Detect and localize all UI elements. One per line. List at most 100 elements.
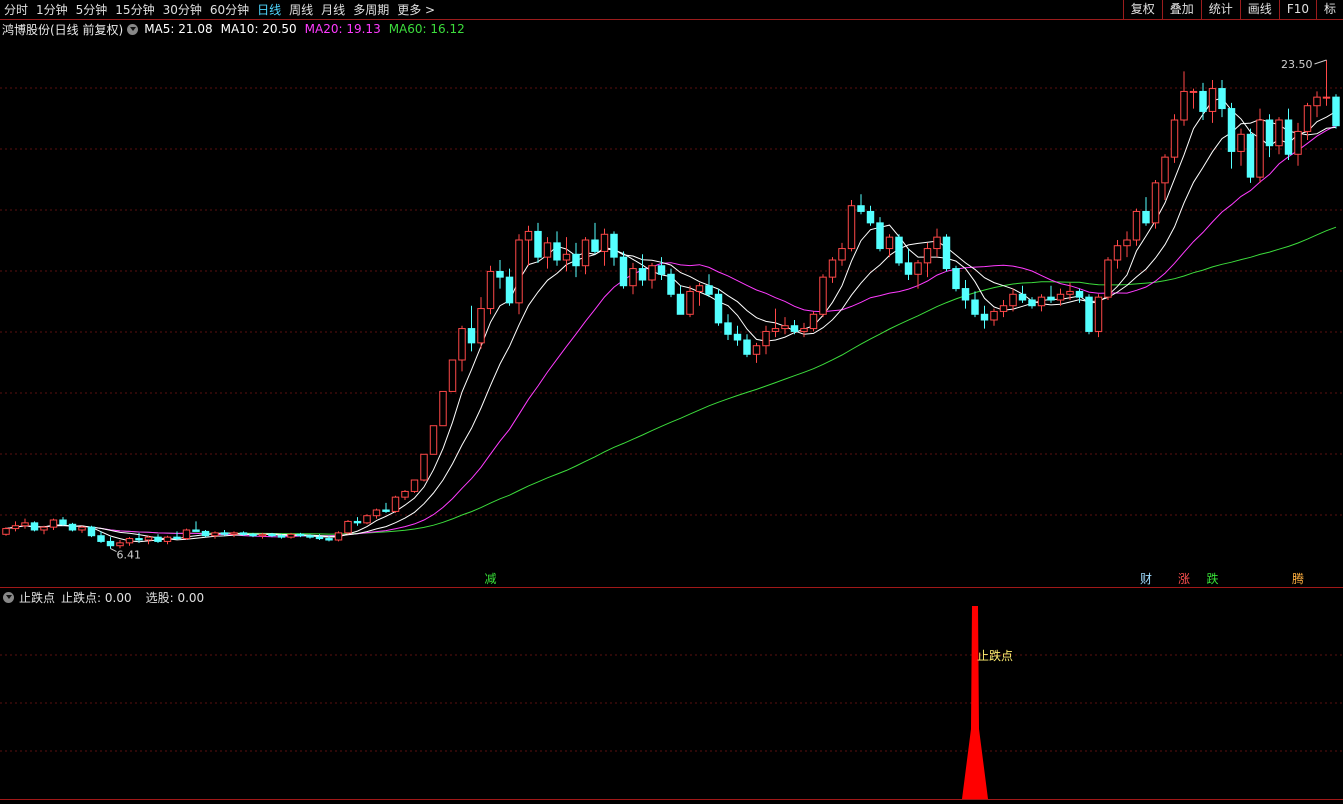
candle-body-up [809,313,818,330]
candle [429,425,438,455]
candle-body-up [847,205,856,250]
candle-body-down [676,293,685,315]
candle [505,268,514,306]
candle [828,257,837,283]
candle [448,359,457,392]
candle-body-down [353,520,362,524]
candle [1189,88,1198,109]
candle-body-up [581,239,590,267]
candle-body-down [135,538,143,541]
candle [904,248,913,280]
candle [714,288,723,326]
candle-body-down [68,523,77,531]
candle-body-up [21,522,29,527]
candle [344,520,352,535]
candle-body-up [182,529,191,540]
candle [809,311,818,332]
candle-body-up [990,310,998,321]
candle-body-up [230,532,238,535]
candle-body-up [78,526,86,531]
candle [866,205,875,226]
candle [1113,240,1122,269]
candle [1265,114,1274,158]
candle-body-down [382,509,390,512]
indicator-value-stop: 止跌点: 0.00 [61,590,132,605]
candle [201,530,210,538]
candle [87,525,96,538]
candle [420,453,428,482]
candle [163,535,172,545]
candle [1180,71,1188,126]
candle-body-down [1199,90,1207,112]
candle-body-down [249,533,257,537]
candle-body-up [838,248,846,261]
candle-body-up [1104,259,1112,298]
candle-body-down [638,268,647,281]
candle [1056,288,1065,306]
candle [59,517,67,526]
candle-body-down [268,533,276,537]
candle-body-up [1275,119,1283,147]
candle-body-up [11,525,20,530]
candle [1246,128,1255,183]
candle-body-down [857,205,865,212]
candle [467,305,476,352]
candle [1037,294,1046,312]
candle-body-up [1151,182,1160,224]
candle-body-up [1132,210,1141,241]
event-marker: 财 [1140,572,1152,586]
candle [743,334,751,358]
candle-body-up [923,248,932,264]
candle-body-up [1056,293,1065,301]
candle-body-down [657,265,666,275]
candle-body-up [1313,96,1321,107]
candle-body-down [30,522,39,531]
candle [173,531,181,540]
candle [68,522,77,532]
candle-body-up [752,345,761,355]
candle-body-up [1303,105,1312,132]
candle [752,342,761,363]
kline-chart[interactable]: 23.50 6.41 减 财 涨 跌 腾止跌点 [0,0,1343,804]
ma5-line [5,97,1337,543]
candle-body-down [220,532,229,535]
candle-body-down [724,322,732,335]
candle [999,300,1008,318]
candle [933,228,941,258]
candle-body-up [344,520,352,534]
candle [21,518,29,529]
candle-body-up [144,536,153,541]
candle-body-down [733,333,742,341]
event-marker: 涨 [1178,571,1190,586]
candle-body-down [325,538,333,541]
candle [600,228,609,266]
candle-body-down [505,276,514,304]
indicator-dropdown-icon[interactable] [3,591,14,603]
candle-body-up [1208,88,1217,112]
candle [353,517,362,526]
candle [334,531,343,542]
candle [1208,80,1217,123]
candle-body-up [629,268,637,287]
candle [705,274,713,298]
candle-body-up [401,490,409,498]
candle-body-up [258,533,267,537]
candle [477,297,485,349]
candle [961,280,970,309]
candle [591,222,599,255]
ma20-line [5,125,1337,538]
candle [990,308,998,326]
candle [1218,80,1226,118]
candle [154,534,162,543]
candle-body-down [106,540,115,547]
candle-body-up [1189,90,1198,93]
candle-body-up [1237,133,1245,152]
candle-body-down [1246,133,1255,178]
candle [1142,197,1150,226]
candle [1294,122,1302,166]
candle-body-down [1142,210,1150,224]
candle-body-up [458,328,466,361]
candle [572,242,580,278]
candle [1047,285,1055,303]
candle-body-up [914,262,922,275]
